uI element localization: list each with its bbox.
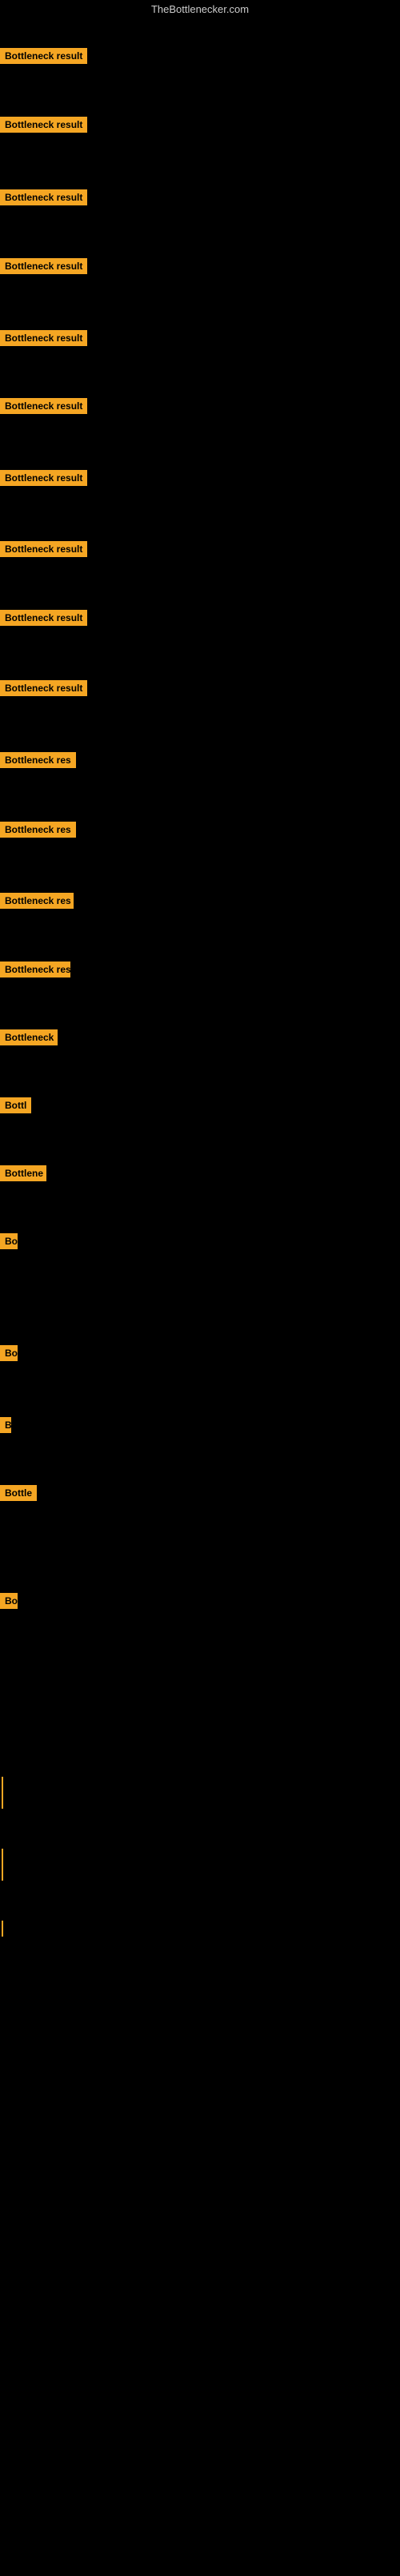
bottleneck-badge-20: Bottle (0, 1485, 37, 1501)
bottleneck-badge-3: Bottleneck result (0, 258, 87, 274)
bottleneck-badge-2: Bottleneck result (0, 189, 87, 205)
vertical-line-0 (2, 1777, 3, 1809)
bottleneck-badge-12: Bottleneck res (0, 893, 74, 909)
bottleneck-badge-13: Bottleneck res (0, 962, 70, 977)
bottleneck-badge-5: Bottleneck result (0, 398, 87, 414)
bottleneck-badge-15: Bottl (0, 1097, 31, 1113)
vertical-line-1 (2, 1849, 3, 1881)
bottleneck-badge-1: Bottleneck result (0, 117, 87, 133)
bottleneck-badge-0: Bottleneck result (0, 48, 87, 64)
bottleneck-badge-11: Bottleneck res (0, 822, 76, 838)
bottleneck-badge-18: Bo (0, 1345, 18, 1361)
bottleneck-badge-17: Bo (0, 1233, 18, 1249)
bottleneck-badge-10: Bottleneck res (0, 752, 76, 768)
bottleneck-badge-19: B (0, 1417, 11, 1433)
bottleneck-badge-9: Bottleneck result (0, 680, 87, 696)
bottleneck-badge-4: Bottleneck result (0, 330, 87, 346)
bottleneck-badge-14: Bottleneck (0, 1029, 58, 1045)
bottleneck-badge-16: Bottlene (0, 1165, 46, 1181)
bottleneck-badge-21: Bo (0, 1593, 18, 1609)
vertical-line-2 (2, 1921, 3, 1937)
site-title: TheBottlenecker.com (0, 0, 400, 18)
bottleneck-badge-7: Bottleneck result (0, 541, 87, 557)
bottleneck-badge-8: Bottleneck result (0, 610, 87, 626)
bottleneck-badge-6: Bottleneck result (0, 470, 87, 486)
